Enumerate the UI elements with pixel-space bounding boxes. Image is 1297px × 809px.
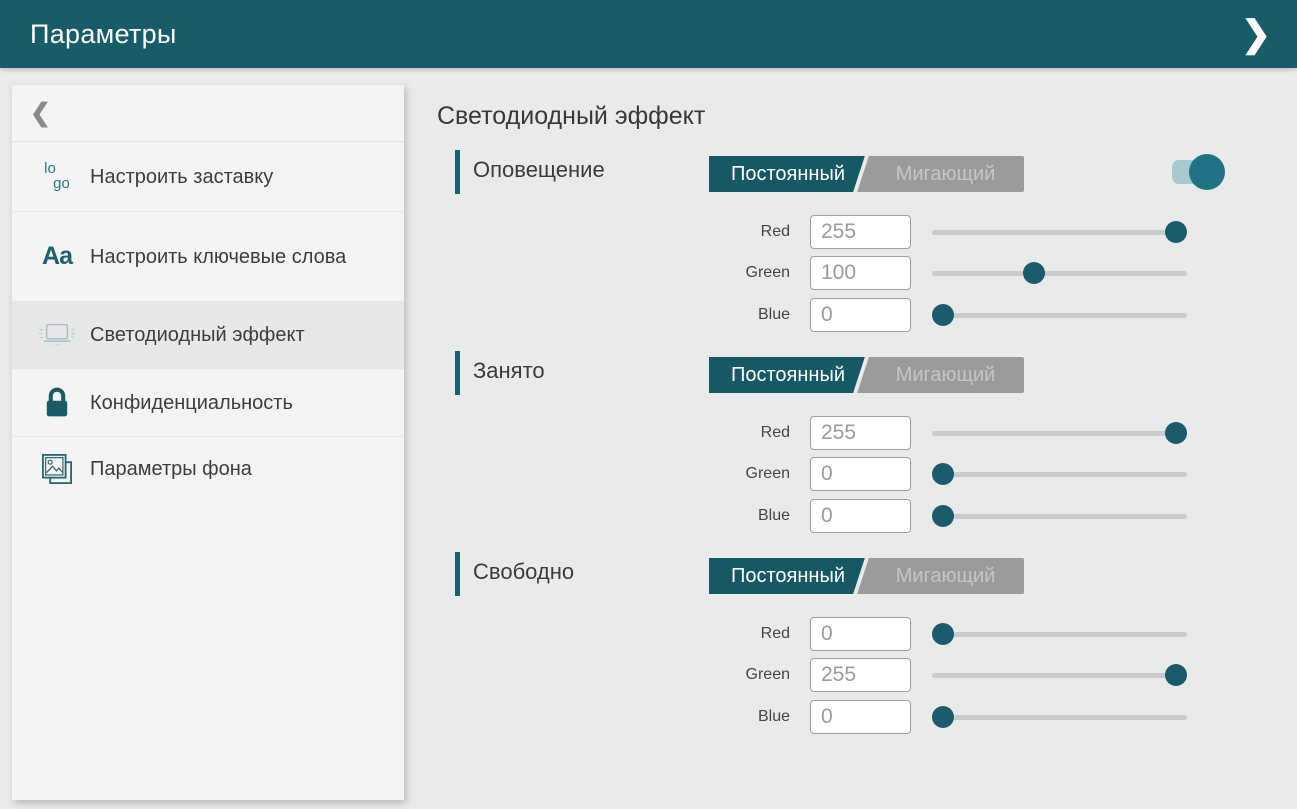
back-chevron-icon: ❮ xyxy=(30,98,51,128)
red-slider[interactable] xyxy=(932,416,1187,450)
blue-slider[interactable] xyxy=(932,298,1187,332)
blue-value-input[interactable] xyxy=(810,298,911,332)
mode-option-blinking[interactable]: Мигающий xyxy=(867,357,1024,393)
sidebar-item-label: Настроить заставку xyxy=(90,164,273,190)
green-value-input[interactable] xyxy=(810,256,911,290)
channel-label: Green xyxy=(455,256,790,290)
green-value-input[interactable] xyxy=(810,658,911,692)
green-slider[interactable] xyxy=(932,457,1187,491)
sidebar-item-label: Настроить ключевые слова xyxy=(90,244,346,270)
background-images-icon xyxy=(34,449,80,489)
green-slider[interactable] xyxy=(932,256,1187,290)
section-label: Свободно xyxy=(473,559,574,585)
blue-slider[interactable] xyxy=(932,700,1187,734)
channel-row-green: Green xyxy=(455,256,1215,290)
channel-label: Red xyxy=(455,416,790,450)
channel-label: Green xyxy=(455,457,790,491)
red-slider[interactable] xyxy=(932,215,1187,249)
channel-row-blue: Blue xyxy=(455,499,1215,533)
channel-row-red: Red xyxy=(455,416,1215,450)
mode-option-blinking[interactable]: Мигающий xyxy=(867,558,1024,594)
channel-row-green: Green xyxy=(455,457,1215,491)
slider-thumb[interactable] xyxy=(932,623,954,645)
logo-preview-icon: logo xyxy=(34,162,80,191)
mode-toggle: Мигающий Постоянный xyxy=(709,357,1024,393)
slider-track xyxy=(932,271,1187,276)
green-slider[interactable] xyxy=(932,658,1187,692)
sidebar-item-label: Параметры фона xyxy=(90,456,252,482)
sidebar-item-screensaver[interactable]: logo Настроить заставку xyxy=(12,142,404,212)
channel-row-blue: Blue xyxy=(455,298,1215,332)
slider-thumb[interactable] xyxy=(1023,262,1045,284)
mode-option-constant[interactable]: Постоянный xyxy=(709,357,867,393)
channel-row-green: Green xyxy=(455,658,1215,692)
slider-thumb[interactable] xyxy=(1165,422,1187,444)
channel-row-blue: Blue xyxy=(455,700,1215,734)
slider-track xyxy=(932,715,1187,720)
red-value-input[interactable] xyxy=(810,215,911,249)
red-slider[interactable] xyxy=(932,617,1187,651)
blue-value-input[interactable] xyxy=(810,700,911,734)
sidebar-item-led-effect[interactable]: Светодиодный эффект xyxy=(12,302,404,369)
sidebar-collapse-button[interactable]: ❮ xyxy=(12,85,404,142)
channel-row-red: Red xyxy=(455,215,1215,249)
keywords-icon: Aa xyxy=(34,242,80,271)
mode-option-blinking[interactable]: Мигающий xyxy=(867,156,1024,192)
app-header: Параметры ❯ xyxy=(0,0,1297,68)
sidebar-item-label: Конфиденциальность xyxy=(90,390,293,416)
forward-chevron-icon[interactable]: ❯ xyxy=(1233,10,1279,58)
slider-track xyxy=(932,431,1187,436)
slider-thumb[interactable] xyxy=(1165,664,1187,686)
slider-track xyxy=(932,632,1187,637)
slider-thumb[interactable] xyxy=(1165,221,1187,243)
green-value-input[interactable] xyxy=(810,457,911,491)
slider-thumb[interactable] xyxy=(932,304,954,326)
section-label: Оповещение xyxy=(473,157,605,183)
sidebar-item-background[interactable]: Параметры фона xyxy=(12,437,404,500)
channel-label: Blue xyxy=(455,499,790,533)
slider-thumb[interactable] xyxy=(932,505,954,527)
mode-toggle: Мигающий Постоянный xyxy=(709,558,1024,594)
blue-value-input[interactable] xyxy=(810,499,911,533)
section-accent-bar xyxy=(455,150,460,194)
page-title: Параметры xyxy=(30,19,177,50)
blue-slider[interactable] xyxy=(932,499,1187,533)
slider-track xyxy=(932,673,1187,678)
mode-option-constant[interactable]: Постоянный xyxy=(709,558,867,594)
slider-track xyxy=(932,514,1187,519)
channel-label: Red xyxy=(455,215,790,249)
sidebar-item-keywords[interactable]: Aa Настроить ключевые слова xyxy=(12,212,404,302)
settings-sidebar: ❮ logo Настроить заставку Aa Настроить к… xyxy=(12,85,404,800)
slider-thumb[interactable] xyxy=(932,706,954,728)
sidebar-item-privacy[interactable]: Конфиденциальность xyxy=(12,369,404,437)
red-value-input[interactable] xyxy=(810,617,911,651)
led-display-icon xyxy=(34,318,80,352)
slider-track xyxy=(932,472,1187,477)
mode-option-constant[interactable]: Постоянный xyxy=(709,156,867,192)
channel-label: Blue xyxy=(455,700,790,734)
lock-icon xyxy=(34,384,80,422)
channel-row-red: Red xyxy=(455,617,1215,651)
section-label: Занято xyxy=(473,358,545,384)
enabled-switch[interactable] xyxy=(1172,160,1222,184)
content-title: Светодиодный эффект xyxy=(437,102,705,131)
section-notification: Оповещение Мигающий Постоянный Red Green… xyxy=(455,148,1215,343)
channel-label: Red xyxy=(455,617,790,651)
slider-track xyxy=(932,230,1187,235)
section-accent-bar xyxy=(455,552,460,596)
slider-track xyxy=(932,313,1187,318)
section-accent-bar xyxy=(455,351,460,395)
slider-thumb[interactable] xyxy=(932,463,954,485)
mode-toggle: Мигающий Постоянный xyxy=(709,156,1024,192)
section-free: Свободно Мигающий Постоянный Red Green B… xyxy=(455,550,1215,745)
section-busy: Занято Мигающий Постоянный Red Green Blu… xyxy=(455,349,1215,544)
channel-label: Blue xyxy=(455,298,790,332)
channel-label: Green xyxy=(455,658,790,692)
red-value-input[interactable] xyxy=(810,416,911,450)
switch-knob xyxy=(1189,154,1225,190)
sidebar-item-label: Светодиодный эффект xyxy=(90,322,305,348)
